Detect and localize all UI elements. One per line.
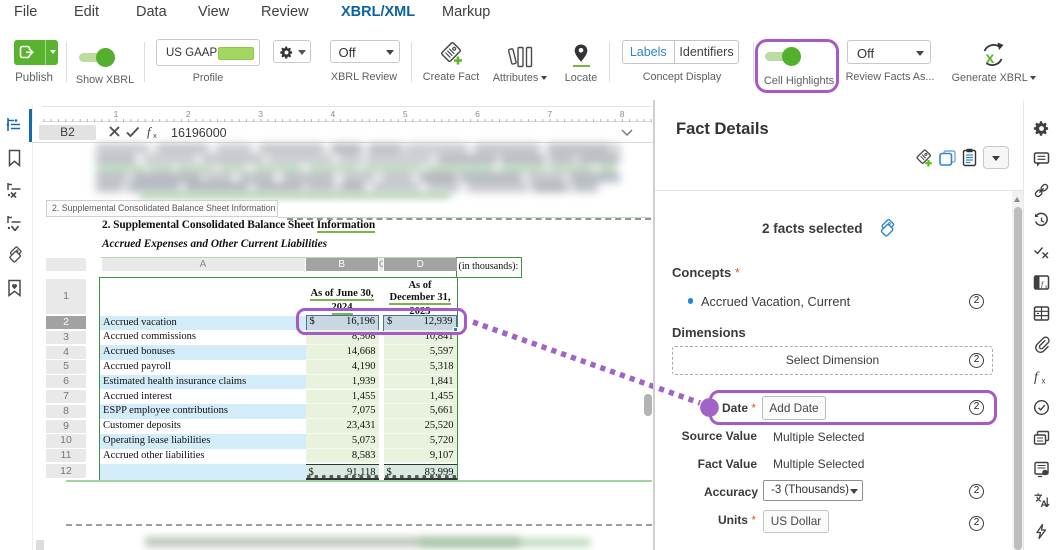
svg-text:x: x: [986, 50, 995, 67]
svg-text:6: 6: [475, 109, 480, 119]
svg-text:2: 2: [186, 109, 191, 119]
svg-text:f: f: [1034, 370, 1040, 385]
svg-text:x: x: [1042, 377, 1046, 386]
svg-text:A: A: [1041, 499, 1048, 509]
svg-text:x: x: [153, 131, 157, 139]
svg-text:7: 7: [547, 109, 552, 119]
svg-text:3: 3: [258, 109, 263, 119]
svg-text:5: 5: [403, 109, 408, 119]
svg-text:4: 4: [331, 109, 336, 119]
svg-text:1: 1: [114, 109, 119, 119]
svg-text:8: 8: [620, 109, 625, 119]
